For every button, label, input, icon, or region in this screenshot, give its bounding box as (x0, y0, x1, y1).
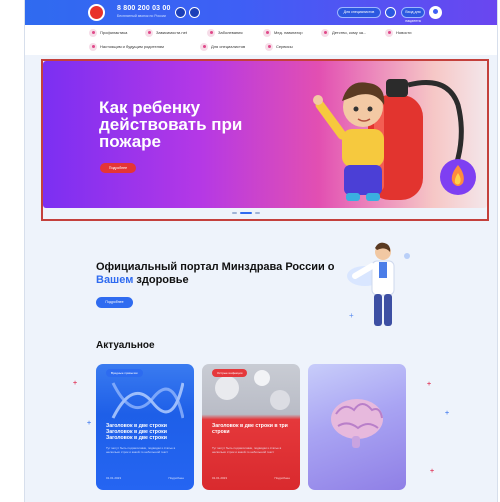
card-date: 01.01.2023 (212, 476, 228, 480)
nav-item-addictions[interactable]: Зависимости.net (145, 28, 187, 37)
nav-label: Новости (396, 30, 412, 35)
portal-more-button[interactable]: Подробнее (96, 297, 133, 308)
svg-text:+: + (349, 311, 354, 320)
hero-illustration (313, 79, 476, 201)
card-text: Тут могут быть подзаголовки, подводки к … (106, 446, 176, 454)
card-tag: Острые инфекции (212, 369, 248, 377)
nav-label: Настоящим и будущим родителям (100, 44, 164, 49)
nav-item-services[interactable]: Сервисы (265, 42, 293, 51)
nav-item-parents[interactable]: Настоящим и будущим родителям (89, 42, 164, 51)
accessibility-icon[interactable] (385, 7, 396, 18)
plus-icon: + (427, 381, 432, 388)
nav-item-diseases[interactable]: Заболевания (207, 28, 243, 37)
prevention-icon (89, 28, 97, 37)
navigator-icon (263, 28, 271, 37)
carousel-dot[interactable] (255, 212, 260, 214)
card-date: 01.01.2023 (106, 476, 122, 480)
card-title: Заголовок в две строки в три строки (212, 423, 288, 435)
logo[interactable] (88, 4, 105, 21)
plus-icon: + (73, 380, 78, 387)
nav-item-navigator[interactable]: Мед. навигатор (263, 28, 303, 37)
parents-icon (89, 42, 97, 51)
carousel-dots (232, 212, 260, 214)
services-icon (265, 42, 273, 51)
nav-item-specialists[interactable]: Для специалистов (200, 42, 245, 51)
nav-label: Детство, кому за... (332, 30, 367, 35)
main-nav: Профилактика Зависимости.net Заболевания… (25, 25, 497, 55)
doctor-illustration: + (347, 242, 410, 326)
user-icon[interactable] (429, 6, 442, 19)
brain-image (331, 399, 383, 448)
card-more-link[interactable]: Подробнее (274, 476, 290, 480)
carousel-dot-active[interactable] (240, 212, 252, 214)
news-card[interactable] (308, 364, 406, 490)
nav-item-prevention[interactable]: Профилактика (89, 28, 127, 37)
page: 8 800 200 03 00 Бесплатный звонок по Рос… (24, 0, 498, 502)
section-title: Актуальное (96, 340, 155, 351)
nav-item-news[interactable]: Новости (385, 28, 411, 37)
carousel-dot[interactable] (232, 212, 237, 214)
plus-icon: + (430, 468, 435, 475)
card-footer: 01.01.2023 Подробнее (106, 476, 184, 480)
card-more-link[interactable]: Подробнее (168, 476, 184, 480)
plus-icon: + (87, 420, 92, 427)
card-tag: Вредные привычки (106, 369, 143, 377)
news-card[interactable]: Острые инфекции Заголовок в две строки в… (202, 364, 300, 490)
hotline-phone[interactable]: 8 800 200 03 00 (117, 5, 171, 12)
phone-icon[interactable] (175, 7, 186, 18)
portal-title: Официальный портал Минздрава России о Ва… (96, 261, 335, 286)
nav-label: Мед. навигатор (274, 30, 303, 35)
login-button[interactable]: Вход для пациента (401, 7, 425, 23)
specialists-button[interactable]: Для специалистов (337, 7, 381, 18)
card-title: Заголовок в две строки Заголовок в две с… (106, 423, 167, 441)
diseases-icon (207, 28, 215, 37)
dna-image (111, 382, 184, 419)
plus-icon: + (445, 410, 450, 417)
hero-more-button[interactable]: Подробнее (100, 163, 136, 173)
nav-label: Зависимости.net (156, 30, 187, 35)
nav-label: Заболевания (218, 30, 243, 35)
news-icon (385, 28, 393, 37)
nav-item-childhood[interactable]: Детство, кому за... (321, 28, 366, 37)
nav-label: Сервисы (276, 44, 293, 49)
hero-title: Как ребенку действовать при пожаре (99, 98, 243, 151)
news-card[interactable]: Вредные привычки Заголовок в две строки … (96, 364, 194, 490)
nav-label: Профилактика (100, 30, 128, 35)
hotline-caption: Бесплатный звонок по России (117, 14, 166, 18)
card-text: Тут могут быть подзаголовки, подводки к … (212, 446, 282, 454)
header: 8 800 200 03 00 Бесплатный звонок по Рос… (25, 0, 497, 25)
nav-label: Для специалистов (211, 44, 246, 49)
chat-icon[interactable] (189, 7, 200, 18)
addictions-icon (145, 28, 153, 37)
card-footer: 01.01.2023 Подробнее (212, 476, 290, 480)
specialists-icon (200, 42, 208, 51)
hero-banner[interactable]: Как ребенку действовать при пожаре Подро… (43, 61, 487, 208)
childhood-icon (321, 28, 329, 37)
